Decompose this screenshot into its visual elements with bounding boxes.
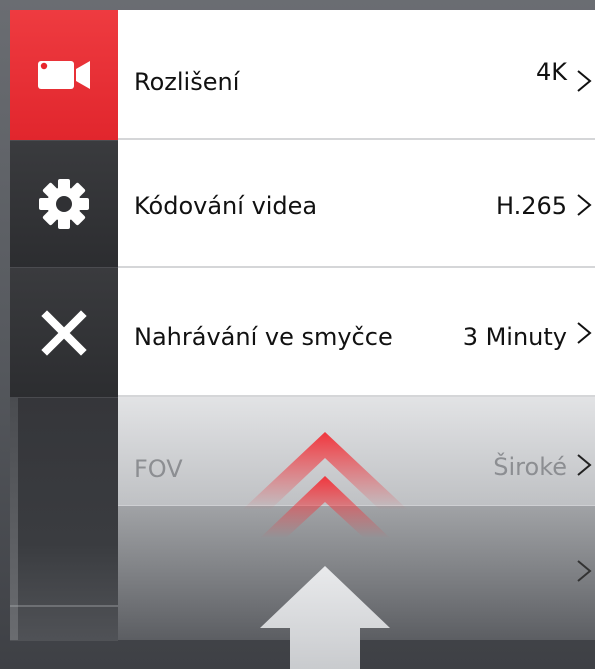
chevron-right-icon [577, 322, 592, 344]
menu-row-label: FOV [134, 455, 183, 483]
sidebar-edge [10, 397, 18, 640]
menu-row-label: Kódování videa [134, 192, 318, 220]
chevron-right-icon [577, 194, 592, 216]
sidebar-divider [10, 605, 118, 607]
gear-icon [39, 179, 89, 229]
menu-row-value: 4K [535, 58, 567, 86]
sidebar [10, 10, 118, 641]
menu-row-value: H.265 [495, 192, 567, 220]
swipe-up-arrow-icon [242, 432, 408, 669]
menu-row-value: 3 Minuty [462, 323, 567, 351]
chevron-right-icon [577, 70, 592, 92]
menu-row-loop-recording[interactable]: Nahrávání ve smyčce 3 Minuty [118, 268, 595, 397]
video-camera-icon [38, 61, 90, 89]
sidebar-item-close[interactable] [10, 267, 118, 397]
menu-row-label: Rozlišení [134, 68, 240, 96]
sidebar-item-settings[interactable] [10, 140, 118, 267]
menu-row-resolution[interactable]: Rozlišení 4K [118, 10, 595, 140]
sidebar-item-video[interactable] [10, 10, 118, 140]
menu-row-video-encoding[interactable]: Kódování videa H.265 [118, 140, 595, 268]
close-icon [41, 309, 87, 356]
camera-settings-screen: Rozlišení 4K Kódování videa H.265 Nahráv… [0, 0, 595, 669]
menu-row-value: Široké [493, 453, 567, 481]
chevron-right-icon [577, 454, 592, 476]
menu-row-label: Nahrávání ve smyčce [134, 323, 393, 351]
chevron-right-icon [577, 560, 592, 582]
